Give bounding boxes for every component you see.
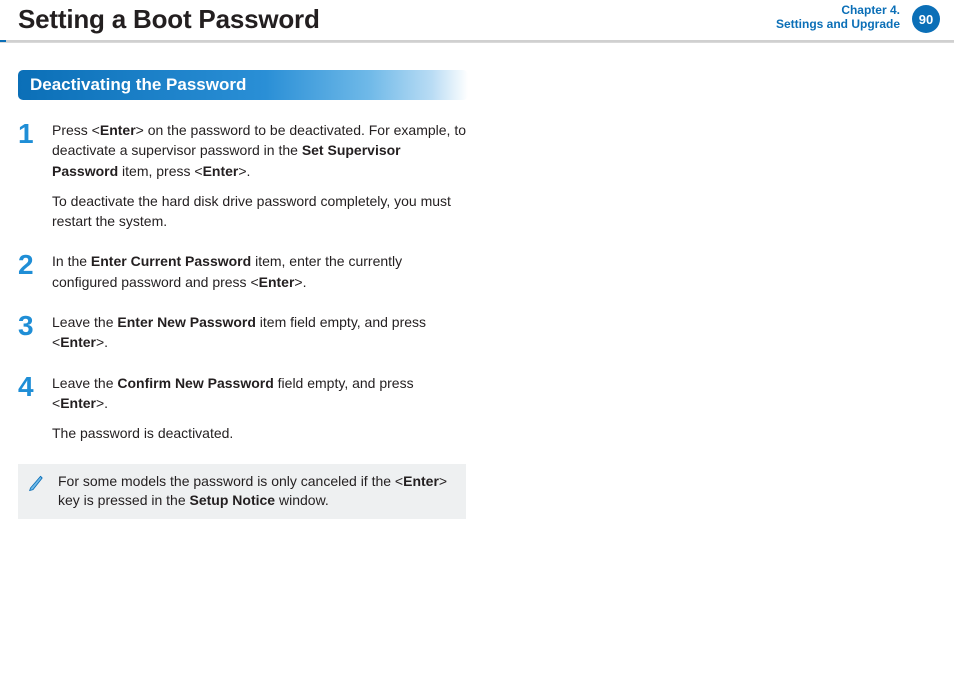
chapter-title: Settings and Upgrade [776, 18, 900, 32]
note-text: For some models the password is only can… [58, 473, 447, 509]
note-box: For some models the password is only can… [18, 464, 466, 519]
page-title: Setting a Boot Password [18, 4, 320, 35]
step-item: 2 In the Enter Current Password item, en… [18, 251, 468, 292]
step-text: To deactivate the hard disk drive passwo… [52, 191, 468, 232]
chapter-block: Chapter 4. Settings and Upgrade [776, 4, 900, 32]
page-number: 90 [919, 12, 933, 27]
step-item: 4 Leave the Confirm New Password field e… [18, 373, 468, 444]
step-number: 4 [18, 367, 44, 408]
step-text: Leave the Enter New Password item field … [52, 312, 468, 353]
step-text: Press <Enter> on the password to be deac… [52, 120, 468, 181]
step-number: 3 [18, 306, 44, 347]
content-column: Deactivating the Password 1 Press <Enter… [18, 70, 468, 519]
step-text: Leave the Confirm New Password field emp… [52, 373, 468, 414]
page: Setting a Boot Password Chapter 4. Setti… [0, 0, 954, 677]
step-text: In the Enter Current Password item, ente… [52, 251, 468, 292]
step-item: 3 Leave the Enter New Password item fiel… [18, 312, 468, 353]
page-number-badge: 90 [912, 5, 940, 33]
step-number: 1 [18, 114, 44, 155]
chapter-label: Chapter 4. [776, 4, 900, 18]
header-rule [0, 40, 954, 42]
section-heading-text: Deactivating the Password [30, 75, 246, 95]
note-icon [28, 473, 48, 493]
section-heading: Deactivating the Password [18, 70, 468, 100]
step-text: The password is deactivated. [52, 423, 468, 443]
page-header: Setting a Boot Password Chapter 4. Setti… [0, 0, 954, 43]
step-number: 2 [18, 245, 44, 286]
steps-list: 1 Press <Enter> on the password to be de… [18, 120, 468, 444]
step-item: 1 Press <Enter> on the password to be de… [18, 120, 468, 231]
